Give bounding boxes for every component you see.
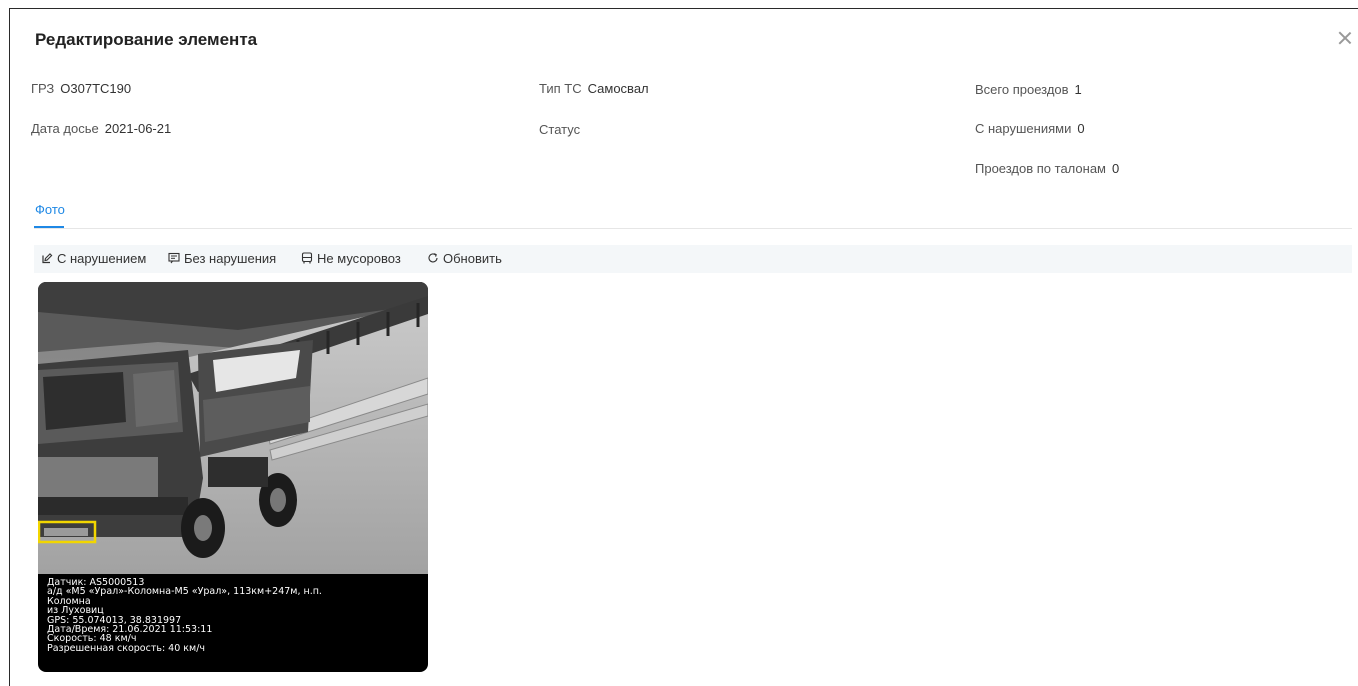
close-icon[interactable]	[1335, 28, 1355, 48]
button-label: Без нарушения	[184, 251, 277, 266]
field-grz: ГРЗ О307ТС190	[31, 81, 131, 96]
field-label: Всего проездов	[975, 82, 1069, 97]
not-garbage-truck-button[interactable]: Не мусоровоз	[301, 251, 401, 266]
button-label: Не мусоровоз	[317, 251, 401, 266]
dialog-title: Редактирование элемента	[35, 30, 258, 49]
field-value: 1	[1074, 82, 1082, 97]
field-value: О307ТС190	[60, 81, 132, 96]
photo-caption: Датчик: AS5000513 а/д «М5 «Урал»-Коломна…	[47, 578, 417, 654]
caption-line: а/д «М5 «Урал»-Коломна-М5 «Урал», 113км+…	[47, 586, 322, 598]
field-label: Дата досье	[31, 121, 99, 136]
refresh-button[interactable]: Обновить	[427, 251, 502, 266]
field-value: 2021-06-21	[104, 121, 172, 136]
message-icon	[168, 252, 180, 264]
field-dossier-date: Дата досье 2021-06-21	[31, 121, 171, 136]
caption-line: Разрешенная скорость: 40 км/ч	[47, 642, 206, 654]
tab-divider	[34, 228, 1352, 229]
truck-image	[38, 282, 428, 574]
field-coupon-trips: Проездов по талонам 0	[975, 161, 1119, 176]
refresh-icon	[428, 253, 438, 263]
button-label: Обновить	[443, 251, 502, 266]
with-violation-button[interactable]: С нарушением	[41, 251, 146, 266]
field-value: Самосвал	[587, 81, 649, 96]
edit-icon	[42, 253, 53, 264]
field-label: ГРЗ	[31, 81, 55, 96]
without-violation-button[interactable]: Без нарушения	[168, 251, 276, 266]
field-total-trips: Всего проездов 1	[975, 82, 1082, 97]
field-label: Тип ТС	[539, 81, 582, 96]
bus-icon	[301, 252, 313, 264]
tab-photo[interactable]: Фото	[35, 202, 65, 217]
field-violations: С нарушениями 0	[975, 121, 1085, 136]
field-value: 0	[1077, 121, 1085, 136]
vehicle-photo[interactable]: Датчик: AS5000513 а/д «М5 «Урал»-Коломна…	[38, 282, 428, 672]
field-label: Статус	[539, 122, 581, 137]
field-label: Проездов по талонам	[975, 161, 1106, 176]
field-label: С нарушениями	[975, 121, 1072, 136]
field-status: Статус	[539, 122, 586, 137]
field-value: 0	[1111, 161, 1120, 176]
button-label: С нарушением	[57, 251, 147, 266]
field-vehicle-type: Тип ТС Самосвал	[539, 81, 649, 96]
edit-dialog: Редактирование элемента ГРЗ О307ТС190 Дат…	[9, 8, 1358, 686]
